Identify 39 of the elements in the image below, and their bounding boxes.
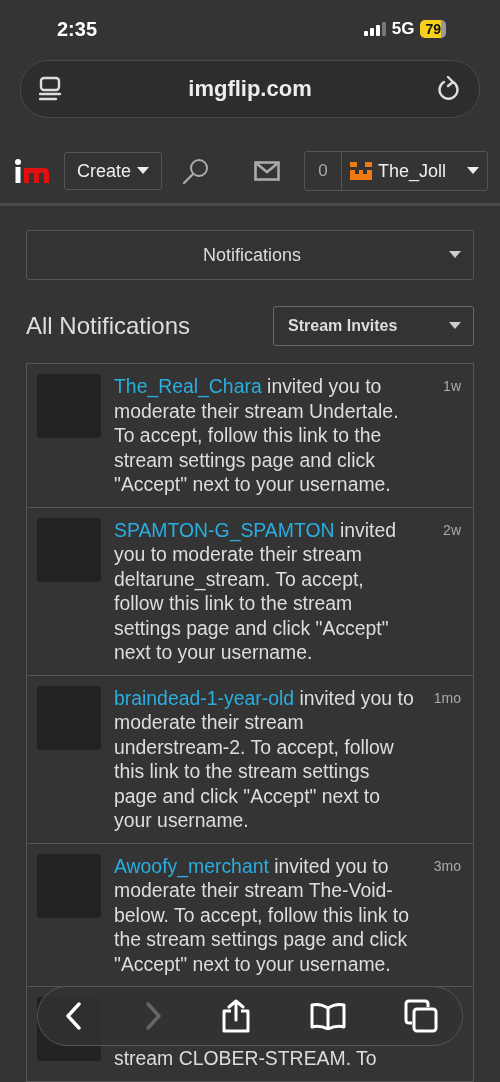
- create-dropdown[interactable]: Create: [64, 152, 163, 190]
- notification-text: Awoofy_merchant invited you to moderate their stream The-Void-below. To accept, follow this link to the stream settings page and click "Accept" next to your username.: [114, 853, 410, 976]
- notifications-dropdown[interactable]: Notifications: [26, 230, 474, 280]
- url-text: imgflip.com: [188, 76, 312, 102]
- user-link[interactable]: Awoofy_merchant: [114, 854, 269, 877]
- notification-text: The_Real_Chara invited you to moderate their stream Undertale. To accept, follow this link to the stream settings page and click "Accept" next to your username.: [114, 374, 400, 497]
- time-ago: 1mo: [433, 688, 461, 708]
- tabs-button[interactable]: [404, 999, 438, 1033]
- clock-time: 2:35: [57, 17, 98, 41]
- avatar-icon: [350, 162, 372, 180]
- notification-text: SPAMTON-G_SPAMTON invited you to moderate their stream deltarune_stream. To accept, follow this link to the stream settings page and click "Accept" next to your username.: [114, 517, 397, 665]
- back-button[interactable]: [64, 1001, 84, 1031]
- user-link[interactable]: The_Real_Chara: [114, 375, 262, 397]
- site-logo-icon[interactable]: [14, 158, 50, 184]
- page-heading: All Notifications: [26, 312, 191, 340]
- reload-icon[interactable]: [437, 76, 461, 102]
- user-link[interactable]: braindead-1-year-old: [114, 686, 294, 709]
- reader-icon[interactable]: [39, 76, 63, 102]
- caret-icon: [467, 167, 479, 175]
- type-dropdown[interactable]: Stream Invites: [273, 306, 474, 346]
- time-ago: 3mo: [433, 856, 461, 876]
- caret-icon: [449, 251, 461, 259]
- notification-count[interactable]: 0: [305, 152, 342, 190]
- network-label: 5G: [391, 19, 415, 39]
- bookmarks-button[interactable]: [309, 1002, 346, 1030]
- caret-icon: [137, 167, 150, 175]
- signal-icon: [363, 22, 386, 36]
- time-ago: 2w: [443, 520, 461, 540]
- user-link[interactable]: SPAMTON-G_SPAMTON: [114, 518, 335, 541]
- notification-text: braindead-1-year-old invited you to moderate their stream understream-2. To accept, follow this link to the stream settings page and click "Accept" next to your username.: [114, 685, 414, 833]
- user-menu[interactable]: The_Joll: [342, 152, 487, 190]
- time-ago: 1w: [443, 377, 461, 396]
- mail-icon[interactable]: [254, 161, 281, 181]
- notification-text: stream CLOBER-STREAM. To: [114, 1046, 378, 1071]
- battery-level: 79: [420, 20, 446, 38]
- share-button[interactable]: [221, 999, 251, 1033]
- address-bar[interactable]: imgflip.com: [20, 60, 480, 118]
- search-icon[interactable]: [182, 157, 211, 185]
- caret-icon: [449, 322, 461, 330]
